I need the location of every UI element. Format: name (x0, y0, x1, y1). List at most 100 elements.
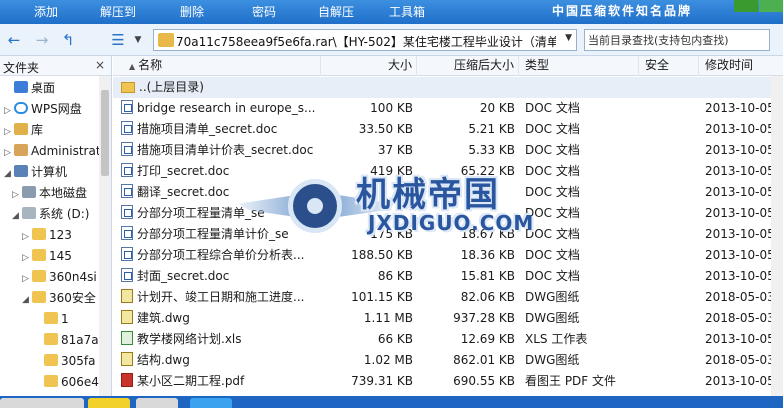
file-name: 分部分项工程量清单计价_se (137, 227, 289, 241)
file-row[interactable]: 翻译_secret.doc DOC 文档 2013-10-05 1 (113, 182, 783, 203)
doc-file-icon (121, 100, 133, 114)
file-size: 1.02 MB (363, 353, 413, 367)
toolbox-button[interactable]: 工具箱 (389, 0, 425, 24)
file-name-cell: 结构.dwg (121, 350, 321, 371)
taskbar-app-button[interactable] (190, 398, 232, 408)
file-type: DOC 文档 (525, 122, 580, 136)
file-row[interactable]: 分部分项工程量清单_se DOC 文档 2013-10-05 1 (113, 203, 783, 224)
folder-panel-title: 文件夹 (3, 61, 40, 75)
column-size[interactable]: 大小 (321, 56, 417, 76)
tree-item[interactable]: ◢ 360安全 (22, 288, 96, 308)
doc-file-icon (121, 205, 133, 219)
expand-arrow-icon[interactable]: ▷ (22, 227, 32, 247)
file-compressed-size: 5.21 KB (468, 122, 515, 136)
file-list-scrollbar[interactable] (771, 76, 783, 396)
file-row[interactable]: 打印_secret.doc 419 KB 65.22 KB DOC 文档 2013-10… (113, 161, 783, 182)
expand-arrow-icon[interactable]: ◢ (12, 206, 22, 226)
file-row[interactable]: 建筑.dwg 1.11 MB 937.28 KB DWG图纸 2018-05-03 0 (113, 308, 783, 329)
tree-item[interactable]: 桌面 (4, 78, 55, 98)
maximize-icon[interactable] (759, 0, 783, 12)
file-row[interactable]: bridge research in europe_s... 100 KB 20 K… (113, 98, 783, 119)
dwg-file-icon (121, 310, 133, 324)
expand-arrow-icon[interactable]: ▷ (4, 101, 14, 121)
tree-item[interactable]: ◢ 计算机 (4, 162, 67, 182)
close-icon[interactable]: × (95, 58, 105, 72)
expand-arrow-icon[interactable]: ◢ (4, 164, 14, 184)
expand-arrow-icon[interactable]: ▷ (22, 248, 32, 268)
file-type: DOC 文档 (525, 206, 580, 220)
folder-icon (44, 312, 58, 324)
taskbar-folder-icon[interactable] (88, 398, 130, 408)
file-row[interactable]: 某小区二期工程.pdf 739.31 KB 690.55 KB 看图王 PDF 文件 2… (113, 371, 783, 392)
folder-tree-panel: 文件夹 × 桌面 ▷ WPS网盘 ▷ 库 ▷ Administrat ◢ 计算机 ▷ 本地磁盘 ◢ 系统… (0, 56, 112, 396)
taskbar-app-button[interactable] (0, 398, 84, 408)
file-name: 教学楼网络计划.xls (137, 332, 242, 346)
file-row[interactable]: 教学楼网络计划.xls 66 KB 12.69 KB XLS 工作表 2013-10-0… (113, 329, 783, 350)
tree-item[interactable]: ◢ 系统 (D:) (12, 204, 89, 224)
view-mode-dropdown-icon[interactable]: ▼ (130, 32, 146, 48)
extract-to-button[interactable]: 解压到 (100, 0, 136, 24)
file-compressed-size: 18.36 KB (460, 248, 515, 262)
expand-arrow-icon[interactable]: ▷ (12, 185, 22, 205)
column-compressed-size[interactable]: 压缩后大小 (417, 56, 519, 76)
dwg-file-icon (121, 289, 133, 303)
password-button[interactable]: 密码 (252, 0, 276, 24)
column-name[interactable]: ▲ 名称 (113, 56, 321, 76)
expand-arrow-icon[interactable]: ▷ (22, 269, 32, 289)
file-row[interactable]: 分部分项工程综合单价分析表... 188.50 KB 18.36 KB DOC 文档 2… (113, 245, 783, 266)
user-folder-icon (14, 144, 28, 156)
up-level-icon[interactable]: ↰ (60, 32, 76, 48)
file-row[interactable]: 措施项目清单计价表_secret.doc 37 KB 5.33 KB DOC 文档 20… (113, 140, 783, 161)
file-row[interactable]: 分部分项工程量清单计价_se 175 KB 18.67 KB DOC 文档 2013-1… (113, 224, 783, 245)
file-type: DWG图纸 (525, 311, 580, 325)
file-compressed-size: 862.01 KB (453, 353, 515, 367)
tree-item-label: 1 (61, 312, 69, 326)
forward-arrow-icon[interactable]: → (34, 32, 50, 48)
expand-arrow-icon[interactable]: ▷ (4, 122, 14, 142)
file-row[interactable]: 结构.dwg 1.02 MB 862.01 KB DWG图纸 2018-05-03 0 (113, 350, 783, 371)
view-mode-icon[interactable]: ☰ (110, 32, 126, 48)
path-field[interactable]: 70a11c758eea9f5e6fa.rar\【HY-502】某住宅楼工程毕业… (153, 29, 577, 51)
tree-item[interactable]: ▷ 本地磁盘 (12, 183, 87, 203)
tree-item[interactable]: 305fa (34, 351, 95, 371)
column-security[interactable]: 安全 (639, 56, 699, 76)
tree-item[interactable]: ▷ WPS网盘 (4, 99, 82, 119)
tree-item[interactable]: ▷ Administrat (4, 141, 101, 161)
file-type: DOC 文档 (525, 248, 580, 262)
tree-item[interactable]: ▷ 360n4si (22, 267, 97, 287)
file-compressed-size: 82.06 KB (460, 290, 515, 304)
file-name: 措施项目清单_secret.doc (137, 122, 278, 136)
scrollbar-thumb[interactable] (101, 90, 109, 176)
file-name: 分部分项工程综合单价分析表... (137, 248, 305, 262)
file-row[interactable]: 封面_secret.doc 86 KB 15.81 KB DOC 文档 2013-10-… (113, 266, 783, 287)
minimize-icon[interactable] (734, 0, 758, 12)
back-arrow-icon[interactable]: ← (6, 32, 22, 48)
tree-item[interactable]: 81a7a (34, 330, 99, 350)
file-name-cell: bridge research in europe_s... (121, 98, 321, 119)
file-row[interactable]: 计划开、竣工日期和施工进度... 101.15 KB 82.06 KB DWG图纸 20… (113, 287, 783, 308)
file-name-cell: 翻译_secret.doc (121, 182, 321, 203)
file-name: 某小区二期工程.pdf (137, 374, 245, 388)
add-button[interactable]: 添加 (34, 0, 58, 24)
delete-button[interactable]: 删除 (180, 0, 204, 24)
column-modified[interactable]: 修改时间 (699, 56, 783, 76)
file-row[interactable]: 措施项目清单_secret.doc 33.50 KB 5.21 KB DOC 文档 20… (113, 119, 783, 140)
doc-file-icon (121, 184, 133, 198)
folder-up-icon (121, 82, 135, 93)
taskbar-app-button[interactable] (136, 398, 178, 408)
expand-arrow-icon[interactable]: ▷ (4, 143, 14, 163)
search-input[interactable] (585, 30, 769, 50)
path-dropdown-icon[interactable]: ▼ (565, 33, 572, 43)
self-extract-button[interactable]: 自解压 (318, 0, 354, 24)
expand-arrow-icon[interactable]: ◢ (22, 290, 32, 310)
tree-item[interactable]: ▷ 123 (22, 225, 72, 245)
tree-item[interactable]: ▷ 库 (4, 120, 43, 140)
tree-item[interactable]: 1 (34, 309, 69, 329)
tree-item[interactable]: 606e4 (34, 372, 99, 392)
file-list: ▲ 名称 大小 压缩后大小 类型 安全 修改时间 ..(上层目录) bridge … (113, 56, 783, 396)
tree-item[interactable]: ▷ 145 (22, 246, 72, 266)
column-type[interactable]: 类型 (519, 56, 639, 76)
folder-icon (44, 354, 58, 366)
folder-tree-scrollbar[interactable] (99, 76, 111, 396)
parent-directory-row[interactable]: ..(上层目录) (113, 77, 783, 98)
